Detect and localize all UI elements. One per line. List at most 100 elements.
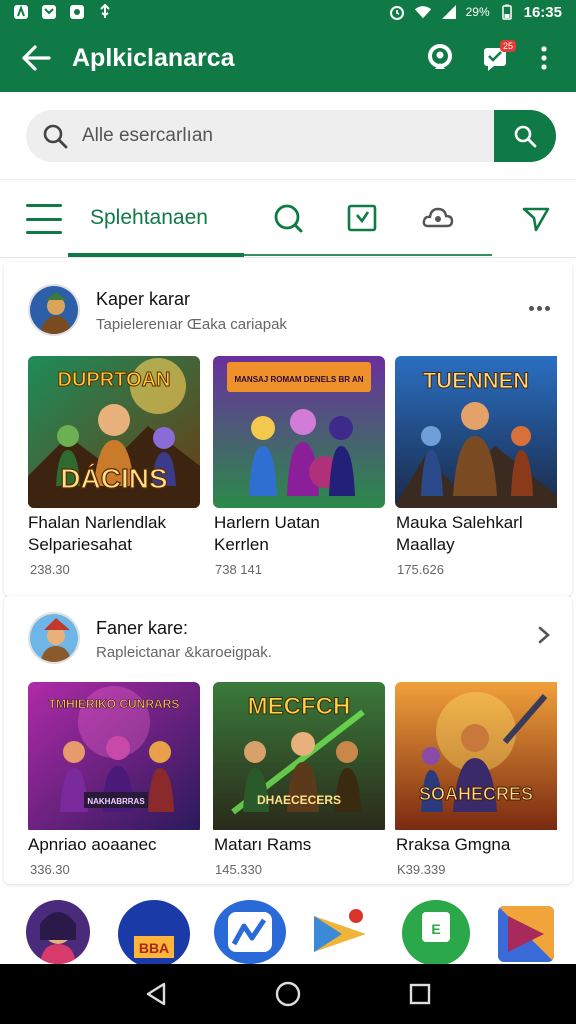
search-section — [0, 92, 576, 180]
app-icon-text: BBA — [139, 940, 169, 956]
menu-icon-bar — [26, 231, 62, 234]
game-title-line: Kerrlen — [214, 535, 269, 554]
game-count: 175.626 — [397, 562, 444, 577]
app-icon-text: E — [431, 921, 440, 937]
tab-row: Splehtanaen — [0, 180, 576, 258]
menu-icon-bar — [26, 204, 62, 207]
nav-recents-icon — [409, 983, 431, 1005]
app-icon[interactable] — [498, 906, 554, 962]
notification-badge: 25 — [499, 40, 516, 52]
menu-icon-bar — [26, 217, 62, 221]
tab-divider — [244, 254, 492, 256]
game-count: 238.30 — [30, 562, 70, 577]
game-title-line: Selpariesahat — [28, 535, 132, 554]
game-title: Harlern Uatan Kerrlen — [214, 512, 386, 556]
status-bar: 29% 16:35 — [0, 0, 576, 24]
dot — [528, 305, 534, 311]
search-input[interactable] — [82, 110, 512, 162]
nav-back-button[interactable] — [142, 980, 170, 1008]
tab-download[interactable] — [344, 200, 380, 236]
app-icon[interactable]: E — [402, 900, 470, 966]
game-title: Mauka Salehkarl Maallay — [396, 512, 568, 556]
more-vert-icon — [541, 46, 547, 70]
arrow-left-icon — [22, 45, 51, 71]
tab-cloud[interactable] — [420, 200, 456, 236]
battery-level: 29% — [465, 5, 490, 19]
game-title: Rraksa Gmgna — [396, 835, 511, 854]
dot — [544, 305, 550, 311]
nav-back-icon — [146, 982, 166, 1006]
game-title-line: Maallay — [396, 535, 455, 554]
game-art-title: DUPRTOAN — [58, 369, 171, 391]
search-icon — [43, 124, 68, 149]
tab-send[interactable] — [518, 200, 554, 236]
search-tab-icon — [274, 204, 303, 233]
mail-icon — [40, 3, 58, 21]
game-art-subtitle: DHAECECERS — [257, 793, 341, 807]
notifications-button[interactable]: 25 — [476, 38, 516, 78]
game-tile[interactable]: MECFCH DHAECECERS — [213, 682, 385, 834]
game-tile[interactable]: SOAHECRES — [395, 682, 567, 834]
game-art-subtitle: DÁCINS — [60, 463, 167, 494]
game-art-title: TMHIERIKO CUNRARS — [49, 697, 180, 711]
app-icon[interactable] — [214, 900, 286, 964]
section-title: Faner kare: — [96, 618, 189, 638]
back-button[interactable] — [14, 38, 58, 78]
game-tile[interactable]: TMHIERIKO CUNRARS NAKHABRRAS — [28, 682, 200, 834]
alarm-icon — [388, 3, 406, 21]
section-avatar — [28, 612, 80, 664]
game-title: Apnriao aoaanec — [28, 835, 157, 854]
more-options-button[interactable] — [524, 298, 554, 318]
app-icon[interactable] — [26, 900, 90, 964]
section-card: Kaper karar Tapielerenıar Œaka cariapak … — [4, 262, 572, 596]
game-art-title: TUENNEN — [423, 368, 529, 393]
game-tile[interactable]: DUPRTOAN DÁCINS — [28, 356, 200, 508]
section-subtitle: Tapielerenıar Œaka cariapak — [96, 316, 287, 333]
section-avatar — [28, 284, 80, 336]
overflow-menu-button[interactable] — [524, 38, 564, 78]
game-tile[interactable]: MANSAJ ROMAM DENELS BR AN — [213, 356, 385, 508]
tab-indicator — [68, 253, 244, 257]
game-count: 738 141 — [215, 562, 262, 577]
profile-search-icon — [428, 44, 452, 69]
camera-icon — [68, 3, 86, 21]
search-button[interactable] — [494, 110, 556, 162]
notification-icon — [12, 3, 30, 21]
search-button-icon — [514, 125, 537, 148]
battery-icon — [498, 3, 516, 21]
game-art-title: MECFCH — [248, 693, 351, 720]
tab-search[interactable] — [270, 200, 306, 236]
game-art-subtitle: NAKHABRRAS — [87, 797, 145, 806]
download-tab-icon — [347, 204, 377, 232]
menu-button[interactable] — [26, 204, 62, 234]
section-subtitle: Rapleictanar &karoeigpak. — [96, 644, 272, 661]
send-tab-icon — [522, 207, 550, 232]
game-tile[interactable]: TUENNEN — [395, 356, 567, 508]
game-count: 336.30 — [30, 862, 70, 877]
chevron-right-icon — [538, 626, 550, 644]
game-count: 145.330 — [215, 862, 262, 877]
game-title: Matarı Rams — [214, 835, 312, 854]
nav-home-icon — [275, 981, 301, 1007]
app-icon[interactable]: BBA — [118, 900, 190, 968]
cloud-tab-icon — [422, 207, 454, 228]
game-art-title: MANSAJ ROMAM DENELS BR AN — [234, 375, 363, 384]
nav-recents-button[interactable] — [406, 980, 434, 1008]
see-more-button[interactable] — [532, 623, 556, 647]
signal-icon — [440, 3, 458, 21]
section-card: Faner kare: Rapleictanar &karoeigpak. TM… — [4, 596, 572, 884]
page-title: Aplkiclanarca — [72, 44, 235, 72]
app-icon[interactable] — [312, 906, 368, 962]
game-title-line: Harlern Uatan — [214, 513, 320, 532]
tab-active[interactable]: Splehtanaen — [90, 206, 208, 230]
profile-button[interactable] — [420, 38, 460, 78]
game-title-line: Fhalan Narlendlak — [28, 513, 166, 532]
section-title: Kaper karar — [96, 289, 191, 309]
clock: 16:35 — [523, 3, 562, 21]
game-art-title: SOAHECRES — [419, 784, 533, 804]
search-bar — [26, 110, 556, 162]
nav-home-button[interactable] — [274, 980, 302, 1008]
app-bar: Aplkiclanarca 25 — [0, 24, 576, 92]
game-title-line: Mauka Salehkarl — [396, 513, 523, 532]
usb-icon — [96, 3, 114, 21]
